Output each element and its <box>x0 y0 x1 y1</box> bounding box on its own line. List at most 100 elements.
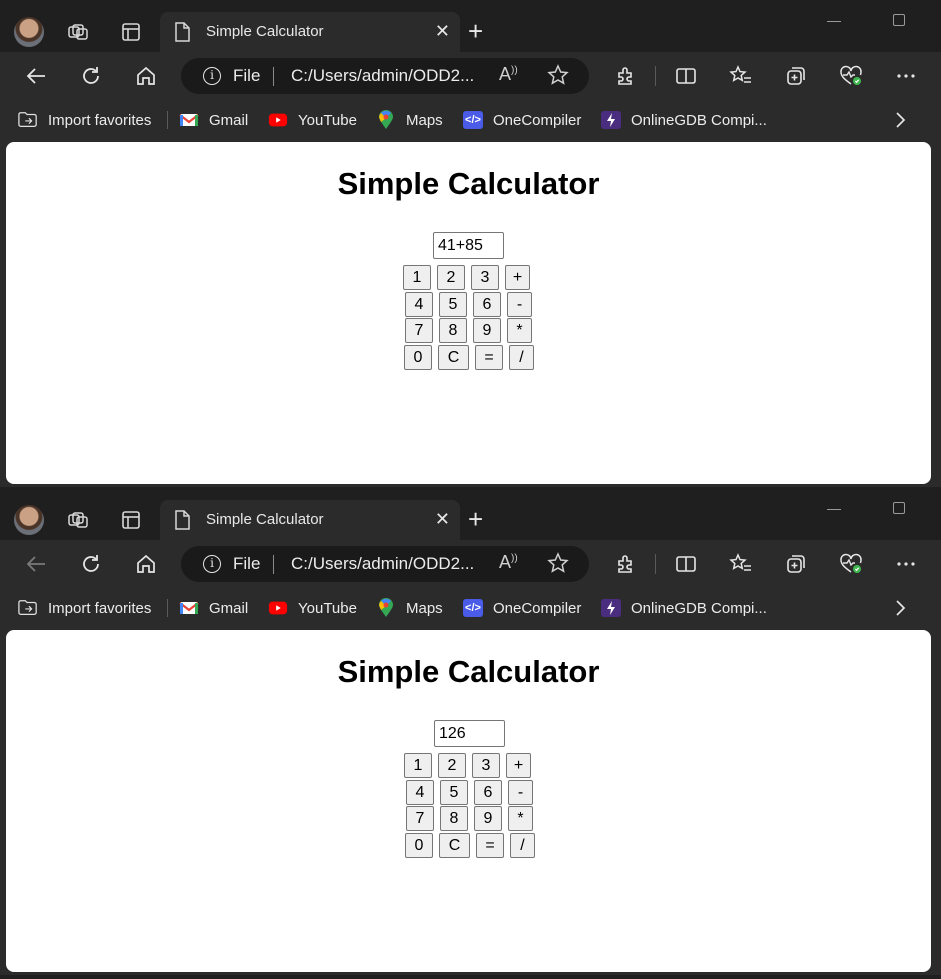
key-clear[interactable]: C <box>438 344 469 370</box>
onlinegdb-icon <box>601 599 621 617</box>
fav-gmail[interactable]: Gmail <box>179 597 248 619</box>
fav-import-favorites[interactable]: Import favorites <box>18 597 151 619</box>
address-url[interactable]: C:/Users/admin/ODD2... <box>291 66 474 86</box>
fav-youtube[interactable]: YouTube <box>268 597 357 619</box>
fav-import-favorites[interactable]: Import favorites <box>18 109 151 131</box>
key-1[interactable]: 1 <box>403 265 431 290</box>
fav-maps[interactable]: Maps <box>376 109 443 131</box>
workspaces-icon[interactable] <box>64 506 92 534</box>
key-divide[interactable]: / <box>510 832 535 858</box>
key-0[interactable]: 0 <box>404 344 432 370</box>
read-aloud-icon[interactable]: A)) <box>499 64 518 85</box>
key-6[interactable]: 6 <box>474 779 502 805</box>
extensions-icon[interactable] <box>612 62 640 90</box>
key-9[interactable]: 9 <box>474 806 502 831</box>
tab-actions-icon[interactable] <box>117 506 145 534</box>
back-arrow-icon[interactable] <box>22 62 50 90</box>
key-divide[interactable]: / <box>509 344 534 370</box>
fav-onecompiler[interactable]: </> OneCompiler <box>463 597 581 619</box>
key-2[interactable]: 2 <box>437 265 465 290</box>
info-icon[interactable]: i <box>203 67 221 85</box>
address-bar[interactable]: i File C:/Users/admin/ODD2... A)) <box>181 58 589 94</box>
key-multiply[interactable]: * <box>508 806 533 831</box>
favorites-bar: Import favorites Gmail YouTube Maps </> … <box>0 100 941 140</box>
browser-essentials-icon[interactable] <box>837 550 865 578</box>
key-3[interactable]: 3 <box>472 753 500 778</box>
calculator-display[interactable]: 126 <box>434 720 505 747</box>
tab-actions-icon[interactable] <box>117 18 145 46</box>
plus-icon[interactable]: + <box>468 18 483 44</box>
extensions-icon[interactable] <box>612 550 640 578</box>
key-9[interactable]: 9 <box>473 318 501 343</box>
home-icon[interactable] <box>132 62 160 90</box>
profile-avatar[interactable] <box>14 17 44 47</box>
refresh-icon[interactable] <box>77 62 105 90</box>
key-clear[interactable]: C <box>439 832 470 858</box>
refresh-icon[interactable] <box>77 550 105 578</box>
close-icon[interactable]: ✕ <box>435 22 450 40</box>
scheme-label: File <box>233 554 261 573</box>
fav-onlinegdb[interactable]: OnlineGDB Compi... <box>601 597 767 619</box>
split-screen-icon[interactable] <box>672 550 700 578</box>
back-arrow-icon[interactable] <box>22 550 50 578</box>
key-equals[interactable]: = <box>475 344 503 370</box>
address-bar[interactable]: i File C:/Users/admin/ODD2... A)) <box>181 546 589 582</box>
key-minus[interactable]: - <box>507 291 532 317</box>
chevron-right-icon[interactable] <box>890 109 910 136</box>
info-icon[interactable]: i <box>203 555 221 573</box>
key-5[interactable]: 5 <box>439 291 467 317</box>
key-2[interactable]: 2 <box>438 753 466 778</box>
tab-simple-calculator[interactable]: Simple Calculator ✕ <box>160 12 460 52</box>
collections-icon[interactable] <box>782 62 810 90</box>
fav-youtube[interactable]: YouTube <box>268 109 357 131</box>
favorites-icon[interactable] <box>727 550 755 578</box>
maximize-button[interactable] <box>893 502 905 514</box>
key-plus[interactable]: + <box>505 265 530 290</box>
minimize-button[interactable] <box>827 509 841 510</box>
read-aloud-icon[interactable]: A)) <box>499 552 518 573</box>
key-6[interactable]: 6 <box>473 291 501 317</box>
key-4[interactable]: 4 <box>406 779 434 805</box>
more-icon[interactable] <box>892 62 920 90</box>
browser-essentials-icon[interactable] <box>837 62 865 90</box>
home-icon[interactable] <box>132 550 160 578</box>
key-0[interactable]: 0 <box>405 832 433 858</box>
star-icon[interactable] <box>547 552 569 579</box>
tab-simple-calculator[interactable]: Simple Calculator ✕ <box>160 500 460 540</box>
minimize-button[interactable] <box>827 21 841 22</box>
plus-icon[interactable]: + <box>468 506 483 532</box>
fav-label: OnlineGDB Compi... <box>631 599 767 617</box>
fav-gmail[interactable]: Gmail <box>179 109 248 131</box>
fav-maps[interactable]: Maps <box>376 597 443 619</box>
favorites-icon[interactable] <box>727 62 755 90</box>
key-8[interactable]: 8 <box>439 318 467 343</box>
star-icon[interactable] <box>547 64 569 91</box>
fav-onecompiler[interactable]: </> OneCompiler <box>463 109 581 131</box>
key-5[interactable]: 5 <box>440 779 468 805</box>
key-3[interactable]: 3 <box>471 265 499 290</box>
key-plus[interactable]: + <box>506 753 531 778</box>
key-1[interactable]: 1 <box>404 753 432 778</box>
profile-avatar[interactable] <box>14 505 44 535</box>
fav-label: YouTube <box>298 599 357 617</box>
workspaces-icon[interactable] <box>64 18 92 46</box>
more-icon[interactable] <box>892 550 920 578</box>
key-7[interactable]: 7 <box>406 806 434 831</box>
close-icon[interactable]: ✕ <box>435 510 450 528</box>
maximize-button[interactable] <box>893 14 905 26</box>
key-8[interactable]: 8 <box>440 806 468 831</box>
calculator-display[interactable]: 41+85 <box>433 232 504 259</box>
address-url[interactable]: C:/Users/admin/ODD2... <box>291 554 474 574</box>
keypad-row: 1 2 3 + <box>403 265 538 292</box>
key-7[interactable]: 7 <box>405 318 433 343</box>
key-multiply[interactable]: * <box>507 318 532 343</box>
key-minus[interactable]: - <box>508 779 533 805</box>
split-screen-icon[interactable] <box>672 62 700 90</box>
fav-label: Gmail <box>209 599 249 617</box>
key-4[interactable]: 4 <box>405 291 433 317</box>
key-equals[interactable]: = <box>476 832 504 858</box>
onlinegdb-icon <box>601 111 621 129</box>
fav-onlinegdb[interactable]: OnlineGDB Compi... <box>601 109 767 131</box>
chevron-right-icon[interactable] <box>890 597 910 624</box>
collections-icon[interactable] <box>782 550 810 578</box>
